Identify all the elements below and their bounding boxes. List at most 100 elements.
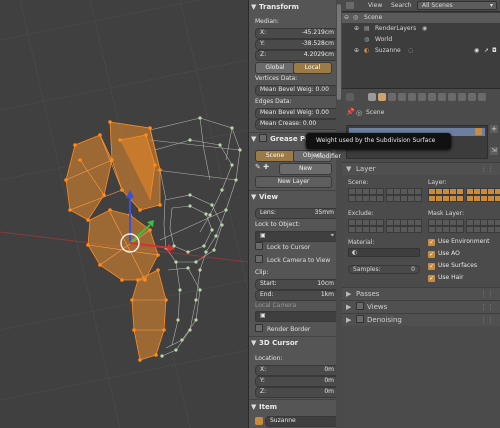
mask-layer-grid[interactable] (428, 219, 500, 235)
new-layer-button[interactable]: New Layer (255, 176, 332, 188)
denoising-panel-header[interactable]: ▶ Denoising ⋮⋮ (342, 313, 500, 326)
drag-handle-icon[interactable]: ⋮⋮ (480, 288, 494, 300)
median-y-field[interactable]: Y: -38.528cm (255, 39, 336, 50)
cursor-y-field[interactable]: Y: 0m (255, 376, 336, 387)
drag-handle-icon[interactable]: ⋮⋮ (480, 301, 494, 313)
layer-cell[interactable] (376, 226, 384, 233)
local-toggle[interactable]: Local (293, 62, 332, 74)
3d-cursor-panel-header[interactable]: ▼ 3D Cursor (251, 338, 331, 349)
editor-type-icon[interactable] (346, 93, 354, 101)
outliner-row-renderlayers[interactable]: ⊕ ▤ RenderLayers ◉ (342, 24, 500, 34)
physics-tab-icon[interactable] (478, 93, 486, 101)
collapse-icon[interactable]: ⊕ (354, 24, 359, 34)
texture-tab-icon[interactable] (458, 93, 466, 101)
exclude-layer-grid[interactable] (348, 219, 422, 235)
pencil-icon[interactable]: ✎ ✚ (255, 163, 277, 173)
median-z-field[interactable]: Z: 4.2029cm (255, 50, 336, 61)
layer-cell[interactable] (456, 188, 464, 195)
eyedropper-icon[interactable]: ⌖ (331, 232, 334, 240)
mean-crease-field[interactable]: Mean Crease: 0.00 (255, 119, 336, 130)
scene-tab-icon[interactable] (388, 93, 396, 101)
particles-tab-icon[interactable] (468, 93, 476, 101)
data-tab-icon[interactable] (438, 93, 446, 101)
lens-field[interactable]: Lens: 35mm (255, 208, 336, 219)
layer-cell[interactable] (376, 219, 384, 226)
layer-cell[interactable] (414, 195, 422, 202)
drag-handle-icon[interactable]: ⋮⋮ (480, 314, 494, 326)
modifier-icon[interactable]: ◌ (408, 46, 413, 56)
layer-cell[interactable] (414, 188, 422, 195)
vertex-bevel-weight-field[interactable]: Mean Bevel Weig: 0.00 (255, 85, 336, 96)
constraints-tab-icon[interactable] (418, 93, 426, 101)
checkbox-icon[interactable] (356, 302, 364, 310)
outliner-row-suzanne[interactable]: ⊕ ◐ Suzanne ◌ ◉ ➚ ◘ (342, 46, 500, 56)
cursor-z-field[interactable]: Z: 0m (255, 387, 336, 398)
layer-cell[interactable] (456, 226, 464, 233)
edge-bevel-weight-field[interactable]: Mean Bevel Weig: 0.00 (255, 108, 336, 119)
use-ao-checkbox[interactable]: ✓ Use AO (428, 249, 460, 258)
search-menu[interactable]: Search (391, 2, 412, 9)
layer-layer-grid[interactable] (428, 188, 500, 204)
modifiers-tab-icon[interactable] (428, 93, 436, 101)
layer-panel-header[interactable]: ▼ Layer ⋮⋮ (342, 162, 500, 175)
drag-handle-icon[interactable]: ⋮⋮ (480, 163, 494, 175)
lock-camera-to-view-checkbox[interactable]: Lock Camera to View (255, 255, 330, 265)
layer-cell[interactable] (414, 226, 422, 233)
layer-cell[interactable] (494, 219, 500, 226)
layer-cell[interactable] (456, 195, 464, 202)
local-camera-selector[interactable]: ▣ (255, 311, 336, 322)
lock-to-cursor-checkbox[interactable]: Lock to Cursor (255, 242, 310, 252)
material-tab-icon[interactable] (448, 93, 456, 101)
view-menu[interactable]: View (368, 2, 382, 9)
outliner-row-world[interactable]: ◍ World (342, 35, 500, 45)
outliner-row-scene[interactable]: ⊖ ◎ Scene (342, 13, 500, 23)
use-hair-checkbox[interactable]: ✓ Use Hair (428, 273, 463, 282)
render-tab-icon[interactable] (368, 93, 376, 101)
pin-icon[interactable]: 📌 (346, 108, 355, 116)
checkbox-icon[interactable] (259, 134, 267, 142)
use-surfaces-checkbox[interactable]: ✓ Use Surfaces (428, 261, 477, 270)
clip-start-field[interactable]: Start: 10cm (255, 279, 336, 290)
material-selector[interactable]: ◐ (348, 248, 420, 257)
scrollbar-thumb[interactable] (337, 4, 341, 100)
camera-render-icon[interactable]: ◘ (492, 46, 497, 56)
render-layers-tab-icon[interactable] (378, 93, 386, 101)
render-border-checkbox[interactable]: Render Border (255, 324, 310, 334)
grease-scene-toggle[interactable]: Scene (255, 150, 295, 162)
passes-panel-header[interactable]: ▶ Passes ⋮⋮ (342, 287, 500, 300)
collapse-icon[interactable]: ⊕ (354, 46, 359, 56)
checkbox-icon[interactable] (356, 315, 364, 323)
layer-cell[interactable] (414, 219, 422, 226)
checkbox-icon[interactable] (475, 128, 482, 135)
layer-cell[interactable] (494, 188, 500, 195)
3d-viewport[interactable] (0, 0, 248, 428)
use-environment-checkbox[interactable]: ✓ Use Environment (428, 237, 489, 246)
transform-panel-header[interactable]: ▼ Transform (251, 2, 331, 13)
world-tab-icon[interactable] (398, 93, 406, 101)
item-panel-header[interactable]: ▼ Item (251, 402, 331, 413)
view-panel-header[interactable]: ▼ View (251, 192, 331, 203)
add-icon[interactable]: + (490, 125, 498, 133)
median-x-field[interactable]: X: -45.219cm (255, 28, 336, 39)
expand-icon[interactable]: ⇲ (490, 147, 498, 155)
views-panel-header[interactable]: ▶ Views ⋮⋮ (342, 300, 500, 313)
collapse-icon[interactable]: ⊖ (344, 13, 349, 23)
layer-cell[interactable] (376, 195, 384, 202)
object-name-field[interactable]: Suzanne (265, 416, 336, 427)
clip-end-field[interactable]: End: 1km (255, 290, 336, 301)
layer-cell[interactable] (376, 188, 384, 195)
layer-cell[interactable] (494, 226, 500, 233)
editor-type-icon[interactable] (346, 2, 354, 9)
lock-object-selector[interactable]: ▣ ⌖ (255, 231, 336, 242)
cursor-select-icon[interactable]: ➚ (484, 46, 489, 56)
object-tab-icon[interactable] (408, 93, 416, 101)
layer-cell[interactable] (456, 219, 464, 226)
eye-icon[interactable]: ◉ (474, 46, 479, 56)
samples-field[interactable]: Samples: 0 (348, 265, 420, 274)
scene-layer-grid[interactable] (348, 188, 422, 204)
camera-icon[interactable]: ◉ (422, 24, 427, 34)
global-toggle[interactable]: Global (255, 62, 295, 74)
layer-cell[interactable] (494, 195, 500, 202)
cursor-x-field[interactable]: X: 0m (255, 365, 336, 376)
scenes-dropdown[interactable]: All Scenes ▾ (417, 1, 497, 10)
